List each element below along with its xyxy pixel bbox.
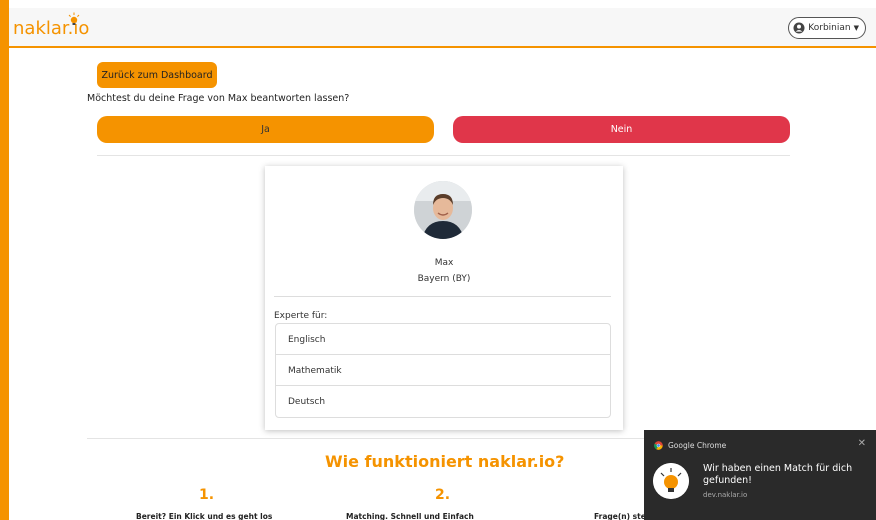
- expert-label: Experte für:: [274, 311, 328, 321]
- lightbulb-icon: [68, 12, 80, 25]
- chrome-icon: [654, 441, 663, 450]
- list-item: Deutsch: [288, 397, 326, 407]
- expert-profile-card: Max Bayern (BY) Experte für: Englisch Ma…: [265, 166, 623, 430]
- navbar: naklar.io Korbinian ▼: [9, 8, 876, 48]
- divider: [274, 296, 611, 297]
- match-question: Möchtest du deine Frage von Max beantwor…: [87, 93, 350, 104]
- step-text: Bereit? Ein Klick und es geht los: [136, 512, 273, 520]
- lightbulb-icon: [653, 463, 689, 499]
- notification-source: dev.naklar.io: [703, 491, 748, 499]
- chrome-notification[interactable]: Google Chrome ✕ Wir haben einen Match fü…: [644, 430, 876, 520]
- step-text: Matching. Schnell und Einfach: [346, 512, 474, 520]
- logo[interactable]: naklar.io: [13, 12, 89, 39]
- notification-app-name: Google Chrome: [668, 441, 727, 450]
- back-to-dashboard-button[interactable]: Zurück zum Dashboard: [97, 62, 217, 88]
- close-icon[interactable]: ✕: [858, 438, 866, 449]
- expert-name: Max: [434, 258, 454, 268]
- caret-down-icon: ▼: [853, 24, 859, 32]
- divider: [97, 155, 790, 156]
- avatar: [414, 181, 472, 239]
- notification-message: Wir haben einen Match für dich gefunden!: [703, 463, 853, 486]
- expert-region: Bayern (BY): [417, 274, 471, 284]
- step-number: 2.: [435, 487, 451, 503]
- list-item: Mathematik: [276, 355, 610, 386]
- step-number: 1.: [199, 487, 215, 503]
- user-circle-icon: [793, 22, 805, 34]
- user-menu-button[interactable]: Korbinian ▼: [788, 17, 866, 39]
- divider: [87, 438, 647, 439]
- no-button[interactable]: Nein: [453, 116, 790, 143]
- notification-app: Google Chrome: [654, 441, 726, 450]
- user-name: Korbinian: [808, 23, 851, 33]
- yes-button[interactable]: Ja: [97, 116, 434, 143]
- subject-list: Englisch Mathematik Deutsch: [275, 323, 611, 418]
- how-it-works-title: Wie funktioniert naklar.io?: [325, 452, 565, 471]
- list-item: Englisch: [276, 324, 610, 355]
